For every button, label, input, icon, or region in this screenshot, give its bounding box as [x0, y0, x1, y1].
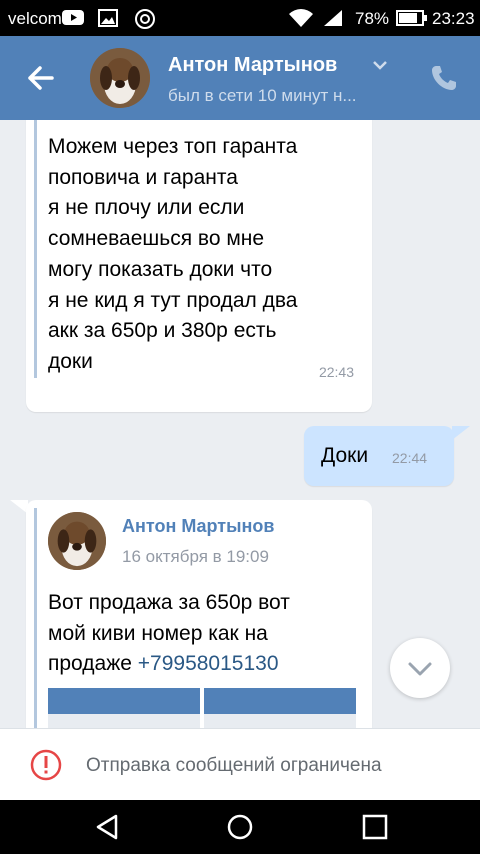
message-line: Вот продажа за 650р вот	[48, 591, 290, 614]
message-text: Вот продажа за 650р вот мой киви номер к…	[48, 588, 368, 680]
phone-link[interactable]: +79958015130	[138, 652, 279, 675]
message-bubble-incoming[interactable]: Можем через топ гаранта поповича и гаран…	[26, 120, 372, 412]
image-icon	[98, 8, 118, 33]
message-bubble-outgoing[interactable]: Доки 22:44	[304, 426, 454, 486]
signal-icon	[322, 8, 344, 33]
message-line-text: продаже	[48, 652, 138, 676]
message-line: Можем через топ гаранта	[48, 135, 298, 158]
message-list[interactable]: Можем через топ гаранта поповича и гаран…	[0, 120, 480, 728]
nav-home-button[interactable]	[225, 812, 255, 842]
restriction-bar: Отправка сообщений ограничена	[0, 728, 480, 800]
forward-date: 16 октября в 19:09	[122, 547, 269, 566]
youtube-icon	[62, 8, 84, 31]
message-line: сомневаешься во мне	[48, 227, 265, 251]
bubble-tail	[452, 426, 470, 440]
contact-status: был в сети 10 минут н...	[168, 86, 357, 105]
call-button[interactable]	[428, 62, 460, 94]
back-button[interactable]	[22, 60, 62, 96]
triangle-back-icon	[96, 814, 118, 840]
restriction-text: Отправка сообщений ограничена	[86, 755, 382, 776]
scroll-down-button[interactable]	[390, 638, 450, 698]
warning-icon	[30, 749, 62, 786]
circle-home-icon	[227, 814, 253, 840]
message-text: Можем через топ гаранта поповича и гаран…	[48, 132, 368, 378]
contact-name[interactable]: Антон Мартынов	[168, 54, 337, 77]
nav-back-button[interactable]	[92, 812, 122, 842]
battery-percent: 78%	[355, 9, 390, 28]
carrier-label: velcom	[8, 9, 62, 28]
chat-header: Антон Мартынов был в сети 10 минут н...	[0, 36, 480, 120]
square-recents-icon	[362, 814, 388, 840]
message-line: мой киви номер как на	[48, 621, 268, 645]
message-line: акк за 650р и 380р есть	[48, 319, 277, 343]
message-bubble-incoming[interactable]: Антон Мартынов 16 октября в 19:09 Вот пр…	[26, 500, 372, 728]
message-line: я не кид я тут продал два	[48, 288, 298, 312]
vk-icon	[134, 8, 156, 35]
message-time: 22:43	[318, 364, 354, 380]
forward-author-name[interactable]: Антон Мартынов	[122, 516, 274, 537]
battery-icon	[396, 10, 428, 31]
status-bar: velcom 78% 23:23	[0, 0, 480, 36]
attachment-screenshot[interactable]	[48, 688, 200, 728]
message-line: могу показать доки что	[48, 257, 273, 281]
status-clock: 23:23	[432, 9, 475, 28]
message-line: продаже +79958015130	[48, 649, 368, 680]
message-time: 22:44	[392, 450, 428, 466]
attachment-screenshot[interactable]	[204, 688, 356, 728]
chevron-down-icon[interactable]	[372, 58, 388, 76]
attachment-header	[204, 688, 356, 714]
message-text: Доки	[321, 444, 369, 467]
message-line: я не плочу или если	[48, 196, 245, 220]
message-line: поповича и гаранта	[48, 165, 238, 189]
beagle-avatar-image	[90, 48, 150, 108]
attachment-header	[48, 688, 200, 714]
nav-recents-button[interactable]	[360, 812, 390, 842]
forward-author-avatar[interactable]	[48, 512, 106, 570]
beagle-avatar-image	[48, 512, 106, 570]
phone-icon	[432, 66, 456, 90]
chevron-down-icon	[408, 662, 432, 676]
system-nav-bar	[0, 800, 480, 854]
wifi-icon	[288, 8, 314, 33]
forward-indicator-bar	[34, 508, 37, 728]
contact-avatar[interactable]	[90, 48, 150, 108]
back-arrow-icon	[28, 66, 54, 90]
forward-indicator-bar	[34, 120, 37, 378]
